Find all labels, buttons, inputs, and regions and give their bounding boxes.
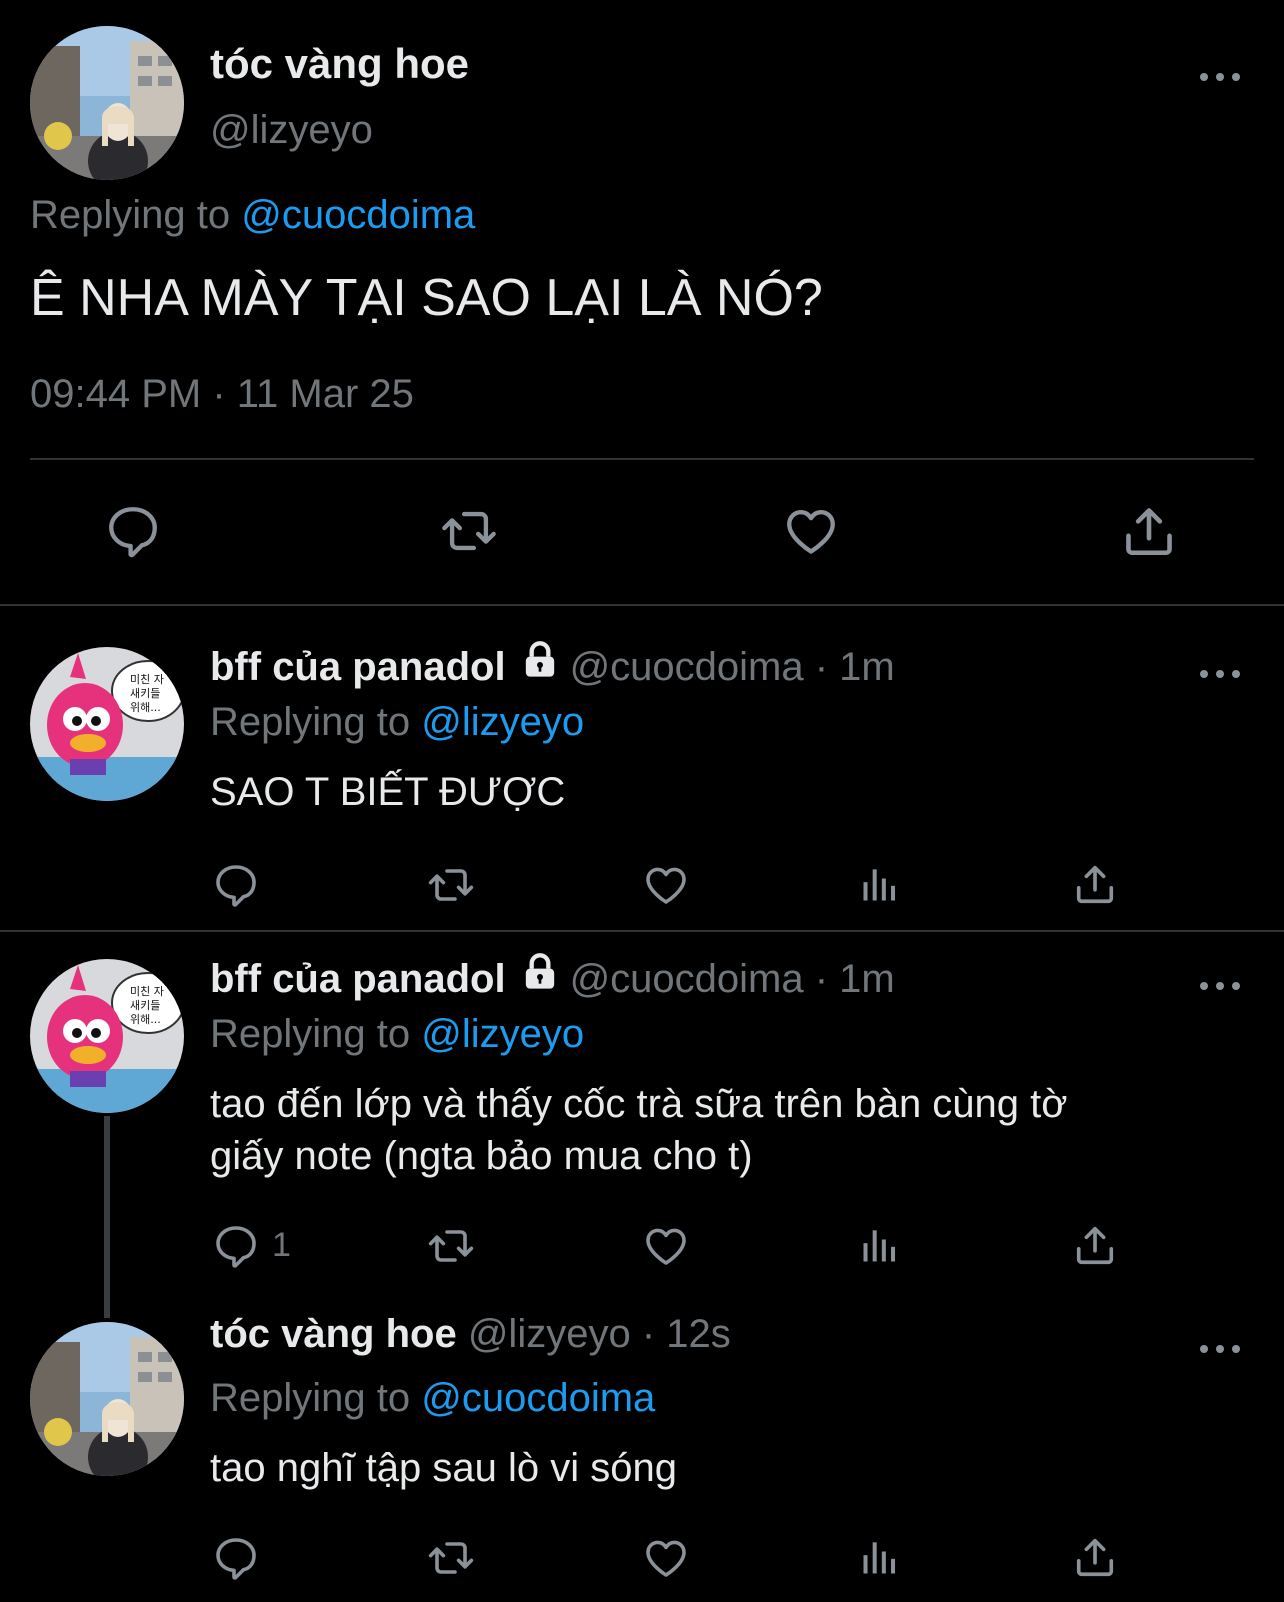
lock-icon	[520, 952, 560, 992]
handle[interactable]: @lizyeyo	[210, 108, 373, 153]
handle[interactable]: @cuocdoima	[570, 957, 804, 1001]
bubble-line: 새키들	[130, 687, 160, 700]
more-options-icon[interactable]	[1200, 1342, 1240, 1356]
tweet-time[interactable]: · 1m	[815, 645, 895, 689]
replying-prefix: Replying to	[30, 193, 231, 237]
replying-to: Replying to @lizyeyo	[210, 1012, 584, 1057]
replying-prefix: Replying to	[210, 700, 411, 744]
tweet-text: Ê NHA MÀY TẠI SAO LẠI LÀ NÓ?	[30, 269, 823, 327]
retweet-icon[interactable]	[424, 861, 478, 909]
mention-link[interactable]: @cuocdoima	[241, 193, 475, 237]
mention-link[interactable]: @cuocdoima	[421, 1376, 655, 1420]
display-name[interactable]: tóc vàng hoe	[210, 1312, 457, 1356]
more-options-icon[interactable]	[1200, 667, 1240, 681]
more-options-icon[interactable]	[1200, 979, 1240, 993]
tweet-text-line: tao đến lớp và thấy cốc trà sữa trên bàn…	[210, 1082, 1068, 1126]
avatar[interactable]: 미친 자 새키들 위해...	[30, 959, 184, 1113]
bubble-line: 새키들	[130, 999, 160, 1012]
avatar[interactable]	[30, 1322, 184, 1476]
bubble-line: 미친 자	[130, 985, 164, 998]
replying-to: Replying to @cuocdoima	[30, 193, 475, 238]
handle[interactable]: @cuocdoima	[570, 645, 804, 689]
tweet-text: tao nghĩ tập sau lò vi sóng	[210, 1446, 677, 1490]
like-icon[interactable]	[642, 1534, 690, 1582]
reply-icon[interactable]	[212, 1534, 260, 1582]
tweet-text: SAO T BIẾT ĐƯỢC	[210, 770, 566, 814]
handle[interactable]: @lizyeyo	[468, 1312, 631, 1356]
retweet-icon[interactable]	[424, 1534, 478, 1582]
display-name[interactable]: tóc vàng hoe	[210, 40, 469, 88]
mention-link[interactable]: @lizyeyo	[421, 1012, 584, 1056]
bubble-line: 위해...	[130, 1012, 161, 1026]
replying-to: Replying to @lizyeyo	[210, 700, 584, 745]
display-name[interactable]: bff của panadol	[210, 645, 506, 689]
views-icon[interactable]	[858, 1534, 902, 1580]
reply-icon[interactable]	[212, 861, 260, 909]
divider	[0, 604, 1284, 606]
replying-prefix: Replying to	[210, 1012, 411, 1056]
divider	[0, 930, 1284, 932]
share-icon[interactable]	[1120, 502, 1178, 560]
divider	[30, 458, 1254, 460]
share-icon[interactable]	[1072, 861, 1118, 907]
like-icon[interactable]	[642, 861, 690, 909]
reply-icon[interactable]	[104, 502, 162, 560]
tweet-time[interactable]: · 1m	[815, 957, 895, 1001]
mention-link[interactable]: @lizyeyo	[421, 700, 584, 744]
bubble-line: 미친 자	[130, 673, 164, 686]
views-icon[interactable]	[858, 1222, 902, 1268]
retweet-icon[interactable]	[438, 502, 500, 560]
share-icon[interactable]	[1072, 1534, 1118, 1580]
reply-count: 1	[272, 1226, 291, 1264]
tweet-header: bff của panadol @cuocdoima · 1m	[210, 952, 895, 1002]
replying-prefix: Replying to	[210, 1376, 411, 1420]
avatar[interactable]: 미친 자 새키들 위해...	[30, 647, 184, 801]
more-options-icon[interactable]	[1200, 70, 1240, 84]
like-icon[interactable]	[642, 1222, 690, 1270]
reply-icon[interactable]	[212, 1222, 260, 1270]
like-icon[interactable]	[782, 502, 840, 560]
display-name[interactable]: bff của panadol	[210, 957, 506, 1001]
thread-line	[104, 1116, 110, 1318]
share-icon[interactable]	[1072, 1222, 1118, 1268]
tweet-header: bff của panadol @cuocdoima · 1m	[210, 640, 895, 690]
tweet-time[interactable]: · 12s	[642, 1312, 731, 1356]
tweet-text-line: giấy note (ngta bảo mua cho t)	[210, 1134, 753, 1178]
bubble-line: 위해...	[130, 700, 161, 714]
lock-icon	[520, 640, 560, 680]
views-icon[interactable]	[858, 861, 902, 907]
timestamp[interactable]: 09:44 PM · 11 Mar 25	[30, 372, 414, 417]
avatar[interactable]	[30, 26, 184, 180]
replying-to: Replying to @cuocdoima	[210, 1376, 655, 1421]
tweet-header: tóc vàng hoe @lizyeyo · 12s	[210, 1312, 731, 1357]
retweet-icon[interactable]	[424, 1222, 478, 1270]
